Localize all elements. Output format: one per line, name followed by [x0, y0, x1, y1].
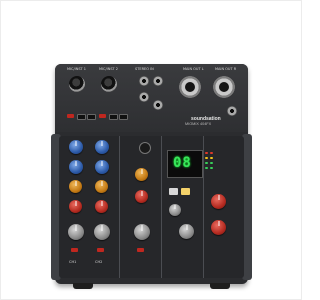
ch2-pad-button[interactable] — [99, 114, 106, 118]
ch1-fx-knob[interactable] — [69, 180, 82, 193]
stereo-bal-knob[interactable] — [135, 190, 148, 203]
divider-3 — [203, 136, 204, 278]
fx-on-button[interactable] — [181, 188, 190, 195]
audio-mixer: MIC/INST 1 MIC/INST 2 STEREO IN MAIN OUT… — [51, 64, 252, 289]
fx-display: 08 — [167, 150, 203, 178]
ch1-combo-jack[interactable] — [69, 76, 85, 92]
usb-jack[interactable] — [153, 100, 163, 110]
ch1-lowcut-button[interactable] — [87, 114, 96, 120]
rubber-foot-left — [73, 283, 93, 289]
meter-led-1r — [210, 157, 213, 159]
ch2-fx-knob[interactable] — [95, 180, 108, 193]
fx-preset-number: 08 — [173, 155, 192, 171]
ch1-label: CH1 — [69, 260, 77, 264]
meter-led-2 — [205, 162, 208, 164]
main-level-knob[interactable] — [211, 220, 226, 235]
phones-level-knob[interactable] — [211, 194, 226, 209]
ch2-mute-button[interactable] — [97, 248, 104, 252]
ch2-level-knob[interactable] — [94, 224, 110, 240]
ch1-high-eq-knob[interactable] — [69, 160, 83, 174]
fx-return-knob[interactable] — [169, 204, 181, 216]
ch2-lowcut-button[interactable] — [119, 114, 128, 120]
ch1-hiz-button[interactable] — [77, 114, 86, 120]
ch2-high-eq-knob[interactable] — [95, 160, 109, 174]
ch1-mute-button[interactable] — [71, 248, 78, 252]
ch1-pad-button[interactable] — [67, 114, 74, 118]
ch1-gain-knob[interactable] — [69, 140, 83, 154]
meter-led-3r — [210, 167, 213, 169]
main-out-right-xlr[interactable] — [213, 76, 235, 98]
clip-led-r — [210, 152, 213, 154]
ch2-label: CH2 — [95, 260, 103, 264]
main-out-right-label: MAIN OUT R — [215, 67, 237, 71]
stereo-mute-button[interactable] — [137, 248, 144, 252]
ch2-pan-knob[interactable] — [95, 200, 108, 213]
ch2-gain-knob[interactable] — [95, 140, 109, 154]
model-name: MIOMIX 404FX — [185, 122, 212, 126]
monitor-level-knob[interactable] — [179, 224, 194, 239]
stereo-gain-knob[interactable] — [139, 142, 151, 154]
ch1-level-knob[interactable] — [68, 224, 84, 240]
meter-led-2r — [210, 162, 213, 164]
ch1-pan-knob[interactable] — [69, 200, 82, 213]
stereo-input-label: STEREO IN — [135, 67, 154, 71]
stereo-fx-knob[interactable] — [135, 168, 148, 181]
aux-jack[interactable] — [153, 76, 163, 86]
stereo-level-knob[interactable] — [134, 224, 150, 240]
clip-led — [205, 152, 208, 154]
headphone-jack[interactable] — [227, 106, 237, 116]
rubber-foot-right — [210, 283, 230, 289]
stereo-in-left-jack[interactable] — [139, 76, 149, 86]
ch1-input-label: MIC/INST 1 — [67, 67, 87, 71]
ch2-input-label: MIC/INST 2 — [99, 67, 119, 71]
divider-2 — [161, 136, 162, 278]
fx-select-button[interactable] — [169, 188, 178, 195]
rear-connector-panel: MIC/INST 1 MIC/INST 2 STEREO IN MAIN OUT… — [55, 64, 248, 132]
meter-led-1 — [205, 157, 208, 159]
divider-1 — [119, 136, 120, 278]
stereo-in-right-jack[interactable] — [139, 92, 149, 102]
ch2-hiz-button[interactable] — [109, 114, 118, 120]
main-out-left-xlr[interactable] — [179, 76, 201, 98]
main-out-left-label: MAIN OUT L — [183, 67, 204, 71]
meter-led-3 — [205, 167, 208, 169]
ch2-combo-jack[interactable] — [101, 76, 117, 92]
